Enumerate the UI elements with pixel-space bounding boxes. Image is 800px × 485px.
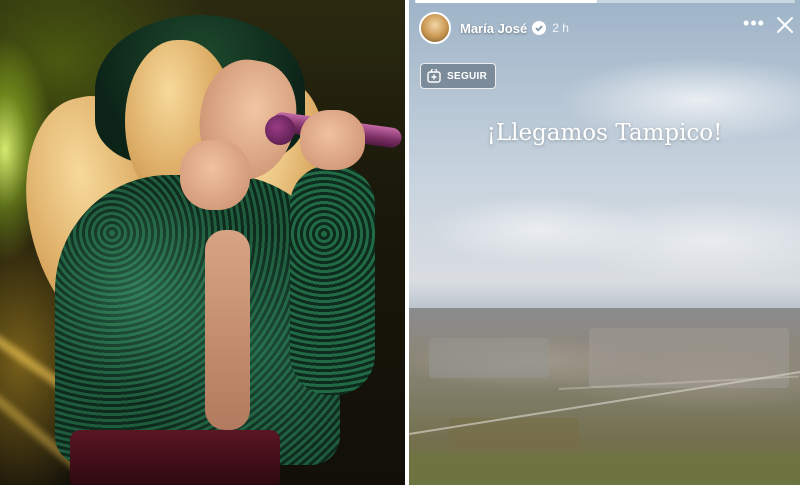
city-area	[429, 338, 549, 378]
follow-label: SEGUIR	[447, 70, 488, 82]
concert-photo	[0, 0, 405, 485]
timestamp: 2 h	[552, 21, 569, 35]
more-options-icon: •••	[743, 13, 765, 33]
aerial-landscape	[409, 308, 800, 485]
microphone-head	[265, 115, 295, 145]
username[interactable]: María José	[460, 21, 527, 36]
story-progress-fill	[415, 0, 598, 3]
story-header: María José 2 h	[419, 10, 569, 46]
avatar[interactable]	[419, 12, 451, 44]
story-caption: ¡Llegamos Tampico!	[486, 120, 723, 146]
singer-hand	[180, 140, 250, 210]
more-options-button[interactable]: •••	[742, 14, 766, 38]
singer-arm	[290, 165, 375, 395]
follow-button[interactable]: SEGUIR	[420, 63, 497, 89]
close-icon	[777, 17, 793, 33]
singer-hand	[300, 110, 365, 170]
field-area	[409, 453, 800, 485]
story-view[interactable]: María José 2 h ••• SEGUIR ¡Llegamos Tamp…	[409, 0, 800, 485]
follow-icon	[427, 69, 441, 83]
belt	[70, 430, 280, 485]
story-progress-bar	[415, 0, 795, 3]
neckline	[205, 230, 250, 430]
close-button[interactable]	[772, 12, 798, 38]
verified-badge-icon	[532, 21, 547, 35]
